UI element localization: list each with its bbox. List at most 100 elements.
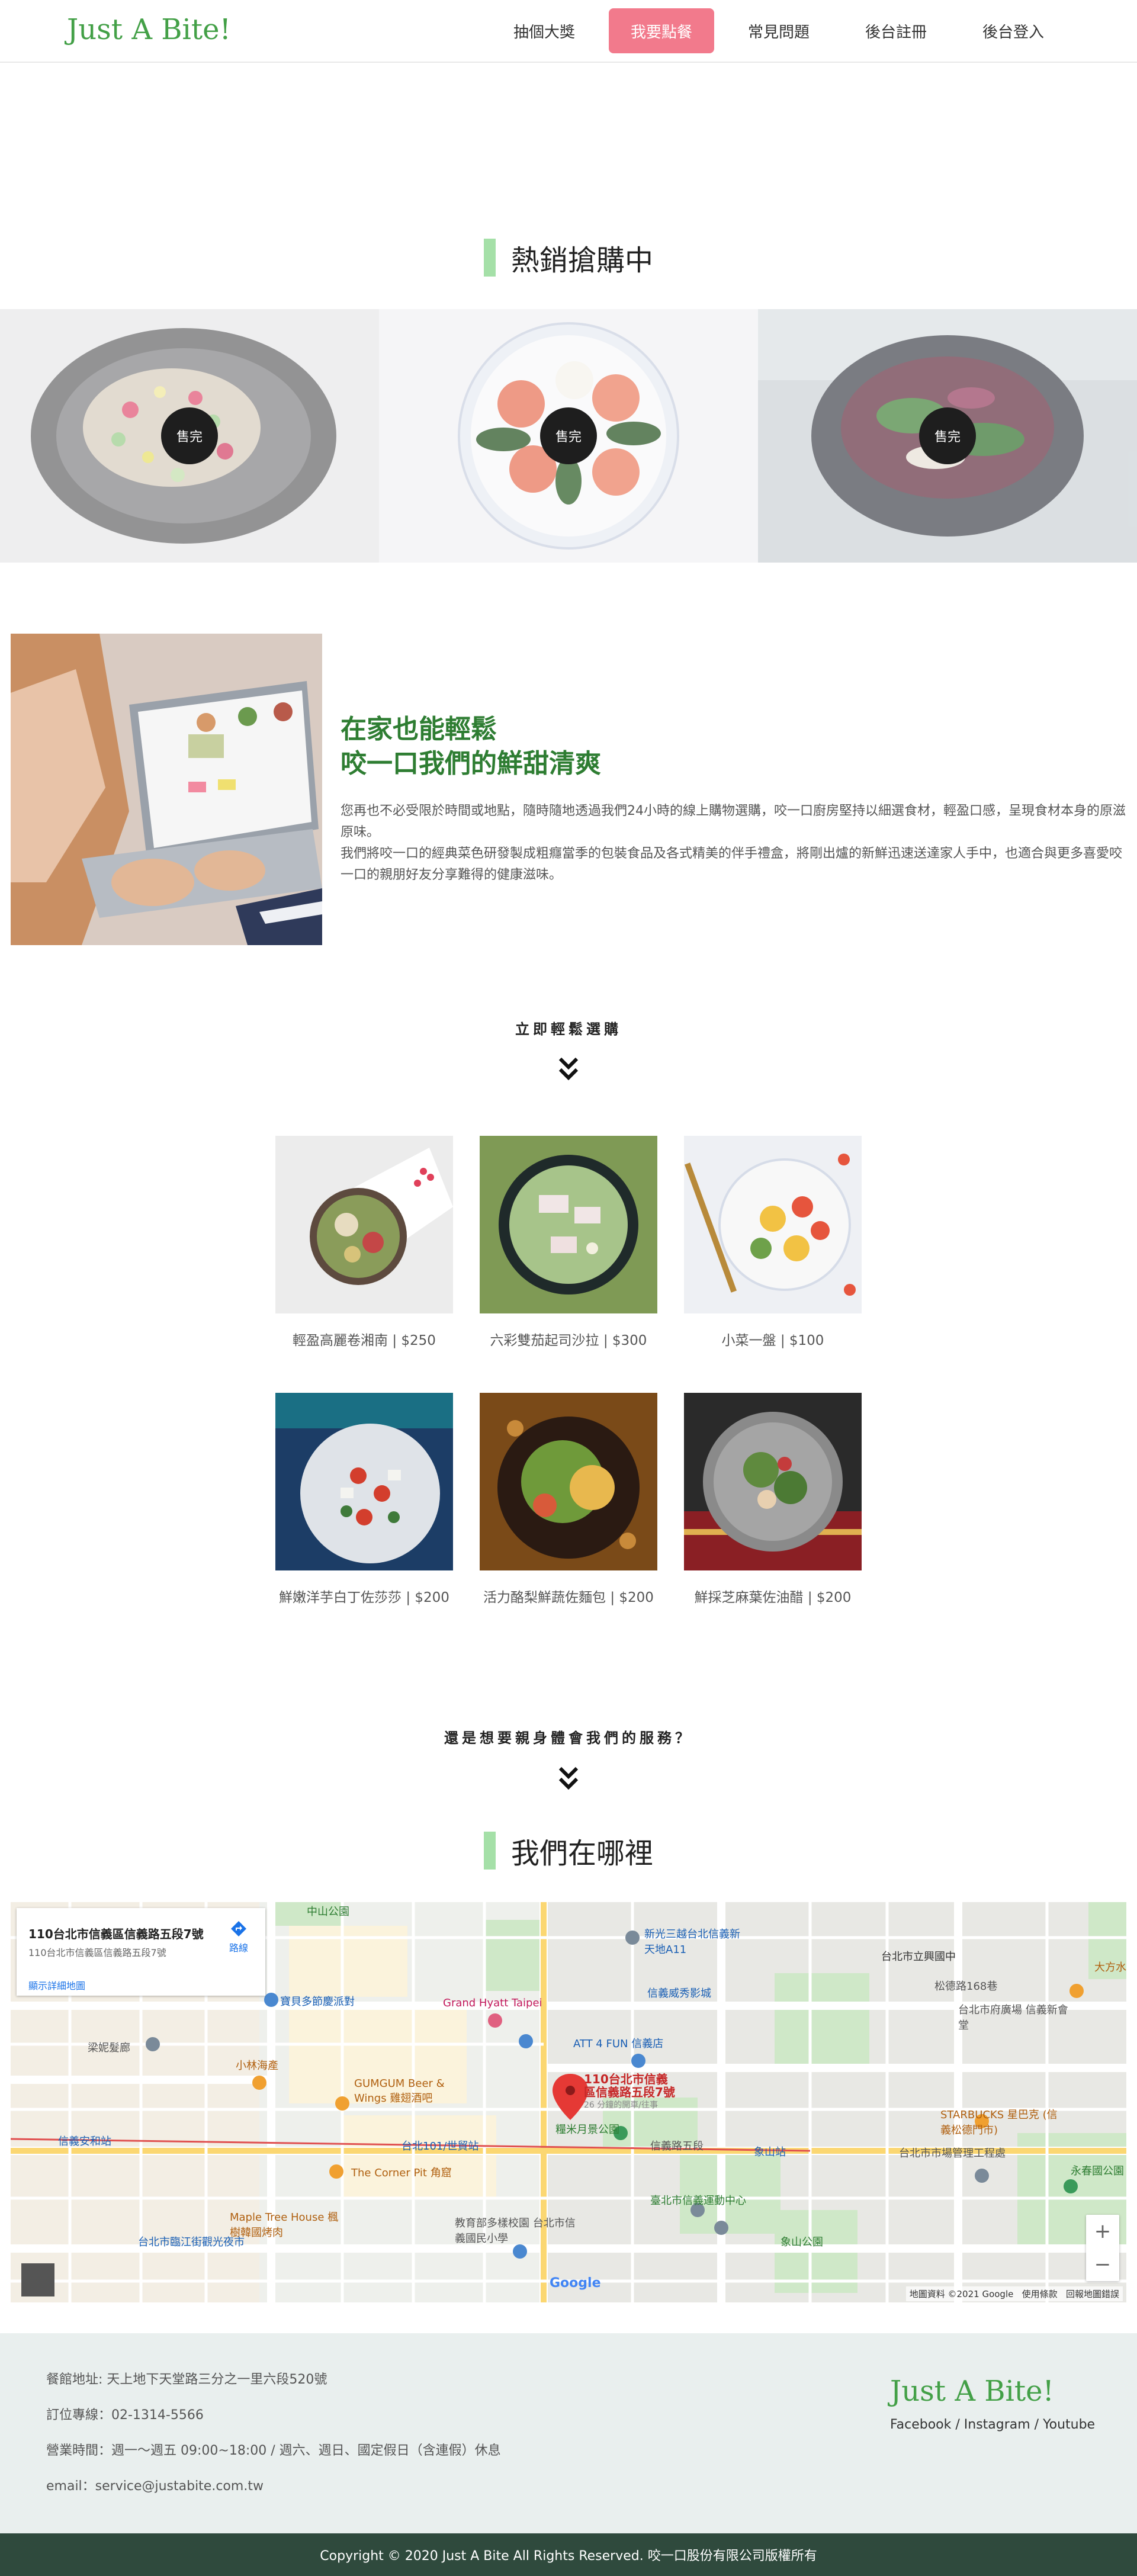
product-card[interactable]: 輕盈高麗卷湘南 | $250	[275, 1136, 453, 1349]
product-photo	[480, 1136, 657, 1313]
nav-link-lottery[interactable]: 抽個大獎	[492, 8, 597, 53]
terms-link[interactable]: 使用條款	[1022, 2289, 1058, 2299]
report-error-link[interactable]: 回報地圖錯誤	[1066, 2289, 1119, 2299]
nav-link-order[interactable]: 我要點餐	[609, 8, 714, 53]
product-name: 活力酪梨鮮蔬佐麵包	[483, 1590, 606, 1605]
map-label: 台北101/世貿站	[402, 2140, 479, 2153]
map-label: ATT 4 FUN 信義店	[573, 2038, 664, 2050]
about-paragraph: 您再也不必受限於時間或地點，隨時隨地透過我們24小時的線上購物選購，咬一口廚房堅…	[341, 801, 1128, 886]
zoom-in-button[interactable]: +	[1086, 2215, 1119, 2248]
cta-experience: 還是想要親身體會我們的服務？	[444, 1730, 693, 1746]
map-place-card: 110台北市信義區信義路五段7號 110台北市信義區信義路五段7號 顯示詳細地圖…	[17, 1908, 265, 1996]
hot-title-text: 熱銷搶購中	[510, 244, 653, 277]
product-photo	[275, 1393, 453, 1570]
map-label: The Corner Pit 角窟	[351, 2167, 452, 2179]
map-label: 永春國公園	[1071, 2165, 1124, 2177]
product-photo	[684, 1136, 862, 1313]
directions-label: 路線	[229, 1942, 248, 1954]
about-para-1: 您再也不必受限於時間或地點，隨時隨地透過我們24小時的線上購物選購，咬一口廚房堅…	[341, 804, 1126, 840]
nav-links: 抽個大獎 我要點餐 常見問題 後台註冊 後台登入	[492, 8, 1066, 53]
hot-section-title: 熱銷搶購中	[0, 237, 1137, 278]
footer-logo: Just A Bite!	[890, 2375, 1054, 2408]
footer-address: 餐館地址: 天上地下天堂路三分之一里六段520號	[46, 2372, 327, 2387]
map-label: 小林海產	[236, 2060, 278, 2072]
google-map[interactable]: 中山公園 台北市立興國中 新光三越台北信義新天地A11 信義威秀影城 Grand…	[11, 1902, 1126, 2302]
map-label: 象山公園	[781, 2236, 823, 2249]
hot-item[interactable]: 售完	[379, 309, 758, 563]
sold-out-badge: 售完	[161, 407, 218, 464]
product-caption: 六彩雙茄起司沙拉 | $300	[490, 1333, 647, 1348]
product-name: 小菜一盤	[721, 1333, 776, 1348]
map-label: 新光三越台北信義新天地A11	[644, 1928, 740, 1956]
pin-label-line1: 110台北市信義	[584, 2072, 668, 2086]
where-section-title: 我們在哪裡	[0, 1830, 1137, 1871]
map-label: 教育部多樣校園 台北市信義國民小學	[455, 2217, 576, 2245]
double-chevron-down-icon	[558, 1766, 579, 1790]
map-label: Grand Hyatt Taipei	[443, 1997, 542, 2009]
double-chevron-down-icon	[558, 1057, 579, 1081]
product-caption: 鮮嫩洋芋白丁佐莎莎 | $200	[279, 1590, 449, 1605]
title-accent-bar	[483, 1832, 496, 1870]
nav-link-admin-register[interactable]: 後台註冊	[843, 8, 949, 53]
map-label: 台北市府廣場 信義新會堂	[958, 2004, 1068, 2032]
product-caption: 小菜一盤 | $100	[721, 1333, 824, 1348]
map-pin-label: 110台北市信義 區信義路五段7號 26 分鐘的開車/往事	[584, 2073, 675, 2112]
title-accent-bar	[483, 239, 496, 277]
about-para-2: 我們將咬一口的經典菜色研發製成粗癮當季的包裝食品及各式精美的伴手禮盒，將剛出爐的…	[341, 846, 1123, 882]
map-label: 台北市立興國中	[881, 1951, 956, 1963]
product-price: $200	[415, 1590, 449, 1605]
hot-item[interactable]: 售完	[758, 309, 1137, 563]
map-label: 中山公園	[307, 1906, 349, 1918]
map-label: 台北市市場管理工程處	[899, 2147, 1006, 2160]
product-name: 輕盈高麗卷湘南	[293, 1333, 388, 1348]
product-photo	[684, 1393, 862, 1570]
product-card[interactable]: 鮮採芝麻葉佐油醋 | $200	[684, 1393, 862, 1606]
map-label: 信義威秀影城	[647, 1987, 711, 2000]
site-footer: 餐館地址: 天上地下天堂路三分之一里六段520號 訂位專線：02-1314-55…	[0, 2333, 1137, 2533]
directions-button[interactable]: 路線	[224, 1920, 253, 1954]
product-price: $200	[816, 1590, 852, 1605]
footer-social-links[interactable]: Facebook / Instagram / Youtube	[890, 2417, 1095, 2432]
footer-email[interactable]: email：service@justabite.com.tw	[46, 2475, 264, 2494]
google-wordmark: Google	[550, 2276, 601, 2291]
larger-map-link[interactable]: 顯示詳細地圖	[28, 1978, 85, 1992]
site-logo[interactable]: Just A Bite!	[67, 13, 231, 46]
laptop-photo	[11, 634, 322, 945]
product-caption: 輕盈高麗卷湘南 | $250	[293, 1333, 436, 1348]
footer-hours: 營業時間：週一～週五 09:00~18:00 / 週六、週日、國定假日（含連假）…	[46, 2443, 501, 2458]
product-caption: 活力酪梨鮮蔬佐麵包 | $200	[483, 1590, 654, 1605]
hot-item[interactable]: 售完	[0, 309, 379, 563]
map-zoom-control: + −	[1086, 2215, 1119, 2281]
map-label: 大方水	[1094, 1961, 1126, 1974]
product-price: $250	[401, 1333, 436, 1348]
pin-sub-label: 26 分鐘的開車/往事	[584, 2100, 658, 2110]
product-price: $200	[619, 1590, 654, 1605]
product-photo	[480, 1393, 657, 1570]
product-name: 六彩雙茄起司沙拉	[490, 1333, 599, 1348]
directions-icon	[231, 1921, 246, 1936]
map-label: 寶貝多節慶派對	[280, 1996, 355, 2008]
zoom-out-button[interactable]: −	[1086, 2248, 1119, 2281]
map-attribution: 地圖資料 ©2021 Google 使用條款 回報地圖錯誤	[905, 2286, 1123, 2301]
map-label: 梁妮髮廊	[88, 2042, 130, 2054]
map-label: 信義安和站	[58, 2135, 111, 2148]
footer-phone: 訂位專線：02-1314-5566	[46, 2408, 204, 2423]
about-heading: 在家也能輕鬆 咬一口我們的鮮甜清爽	[341, 712, 601, 781]
product-card[interactable]: 活力酪梨鮮蔬佐麵包 | $200	[480, 1393, 657, 1606]
about-heading-line2: 咬一口我們的鮮甜清爽	[341, 749, 601, 779]
map-label: 信義路五段	[650, 2140, 704, 2153]
sold-out-badge: 售完	[540, 407, 597, 464]
product-card[interactable]: 鮮嫩洋芋白丁佐莎莎 | $200	[275, 1393, 453, 1606]
page: Just A Bite! 抽個大獎 我要點餐 常見問題 後台註冊 後台登入 熱銷…	[0, 0, 1137, 2576]
about-heading-line1: 在家也能輕鬆	[341, 714, 497, 744]
nav-link-faq[interactable]: 常見問題	[726, 8, 831, 53]
product-name: 鮮嫩洋芋白丁佐莎莎	[279, 1590, 402, 1605]
nav-link-admin-login[interactable]: 後台登入	[961, 8, 1066, 53]
product-card[interactable]: 六彩雙茄起司沙拉 | $300	[480, 1136, 657, 1349]
map-label: STARBUCKS 星巴克 (信義松德門市)	[940, 2109, 1058, 2137]
map-label: 松德路168巷	[934, 1980, 998, 1993]
product-card[interactable]: 小菜一盤 | $100	[684, 1136, 862, 1349]
map-label: 臺北市信義運動中心	[650, 2195, 746, 2207]
product-price: $300	[612, 1333, 647, 1348]
product-price: $100	[789, 1333, 824, 1348]
